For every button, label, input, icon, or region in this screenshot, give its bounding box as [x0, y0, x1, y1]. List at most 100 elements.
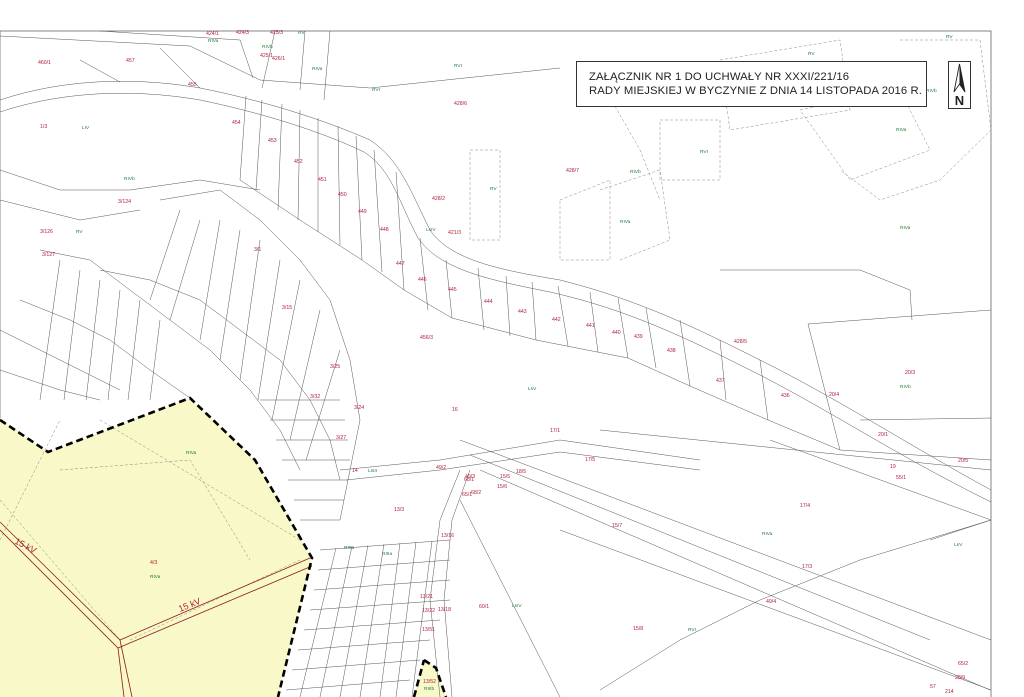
plot-number-label: 456/3 [420, 335, 433, 341]
land-use-label: RIIIa [382, 551, 392, 557]
plot-number-label: 447 [396, 261, 405, 267]
plot-number-label: 453 [268, 138, 277, 144]
plot-number-label: 15/5 [500, 474, 510, 480]
plot-number-label: 19 [890, 464, 896, 470]
plot-number-label: 60/1 [479, 604, 489, 610]
land-use-label: RIVa [762, 531, 773, 537]
plot-number-label: 15/6 [497, 484, 507, 490]
plot-number-label: 20/5 [958, 458, 968, 464]
land-use-label: RV [76, 229, 83, 235]
land-use-label: RVI [454, 63, 462, 69]
title-line-1: ZAŁĄCZNIK NR 1 DO UCHWAŁY NR XXXI/221/16 [589, 71, 850, 83]
plot-number-label: 13/16 [441, 533, 454, 539]
plot-number-label: 3/32 [310, 394, 320, 400]
land-use-label: LsV [528, 386, 537, 392]
plot-number-label: 13/3 [394, 507, 404, 513]
plot-number-label: 424/3 [236, 30, 249, 36]
plot-number-label: 49/2 [436, 465, 446, 471]
land-use-label: RIVb [630, 169, 641, 175]
plot-number-label: 443 [518, 309, 527, 315]
land-use-label: RIVb [262, 44, 273, 50]
plot-number-label: 428/7 [566, 168, 579, 174]
land-use-label: RIVa [208, 38, 219, 44]
land-use-label: RIVa [312, 66, 323, 72]
plot-number-label: 451 [318, 177, 327, 183]
plot-number-label: 3/24 [354, 405, 364, 411]
plot-number-label: 20/1 [878, 432, 888, 438]
plot-number-label: 1/3 [40, 124, 47, 130]
plot-number-label: 65/1 [462, 492, 472, 498]
plot-number-label: 17/3 [802, 564, 812, 570]
land-use-label: RIIIb [424, 686, 434, 692]
plot-number-label: 438 [667, 348, 676, 354]
land-use-label: RIVa [150, 574, 161, 580]
plot-number-label: 65/2 [958, 661, 968, 667]
plot-number-label: 442 [552, 317, 561, 323]
plot-number-label: 3/25 [330, 364, 340, 370]
land-use-label: RIVb [124, 176, 135, 182]
plot-number-label: 444 [484, 299, 493, 305]
plot-number-label: 17/1 [550, 428, 560, 434]
land-use-label: RV [298, 30, 305, 36]
land-use-label: RVI [372, 87, 380, 93]
land-use-label: RIVa [620, 219, 631, 225]
plot-number-label: 15/8 [633, 626, 643, 632]
plot-number-label: 425/3 [270, 30, 283, 36]
plot-number-label: 455 [188, 82, 197, 88]
plot-number-label: 440 [612, 330, 621, 336]
land-use-label: RVI [688, 627, 696, 633]
plot-number-label: 214 [945, 689, 954, 695]
plot-number-label: 4/3 [150, 560, 157, 566]
land-use-label: LsIV [512, 603, 522, 609]
plot-number-label: 13/18 [438, 607, 451, 613]
land-use-label: RV [808, 51, 815, 57]
plot-number-label: 452 [294, 159, 303, 165]
plot-number-label: 457 [126, 58, 135, 64]
plot-number-label: 428/6 [454, 101, 467, 107]
plot-number-label: 3/126 [40, 229, 53, 235]
plot-number-label: 14 [352, 468, 358, 474]
north-letter: N [954, 93, 965, 108]
land-use-label: LsIII [368, 468, 377, 474]
plot-number-label: 439 [634, 334, 643, 340]
plot-number-label: 449 [358, 209, 367, 215]
land-use-label: LIV [82, 125, 90, 131]
land-use-label: RVI [700, 149, 708, 155]
plot-number-label: 57 [930, 684, 936, 690]
plot-number-label: 436 [781, 393, 790, 399]
plot-number-label: 17/4 [800, 503, 810, 509]
plot-number-label: 448 [380, 227, 389, 233]
plot-number-label: 426/1 [272, 56, 285, 62]
plot-number-label: 437 [716, 378, 725, 384]
land-use-label: RV [490, 186, 497, 192]
plot-number-label: 55/1 [896, 475, 906, 481]
title-line-2: RADY MIEJSKIEJ W BYCZYNIE Z DNIA 14 LIST… [589, 85, 923, 97]
land-use-label: RIIIa [344, 545, 354, 551]
plot-number-label: 446 [418, 277, 427, 283]
land-use-label: LsV [954, 542, 963, 548]
plot-number-label: 441 [586, 323, 595, 329]
land-use-label: RIVb [900, 384, 911, 390]
plot-number-label: 15/7 [612, 523, 622, 529]
land-use-label: RIVa [186, 450, 197, 456]
plot-number-label: 20/3 [905, 370, 915, 376]
map-page: 15 kV 15 kV 424/1 424/3 425/3 425/1 426/1 460… [0, 0, 1024, 697]
plot-number-label: 18/5 [516, 469, 526, 475]
plot-number-label: 3/127 [42, 252, 55, 258]
plot-number-label: 13/52 [423, 679, 436, 685]
plot-number-label: 424/1 [206, 31, 219, 37]
plot-number-label: 421/3 [448, 230, 461, 236]
plot-number-label: 17/5 [585, 457, 595, 463]
plot-number-label: 428/2 [432, 196, 445, 202]
land-use-label: RIVa [900, 225, 911, 231]
plot-number-label: 3/1 [254, 247, 261, 253]
land-use-label: RIVb [926, 88, 937, 94]
plot-number-label: 16 [452, 407, 458, 413]
land-use-label: LsIV [426, 227, 436, 233]
plot-number-label: 68/1 [464, 477, 474, 483]
land-use-label: RIVa [896, 127, 907, 133]
plot-number-label: 13/22 [422, 608, 435, 614]
plot-number-label: 3/15 [282, 305, 292, 311]
plot-number-label: 454 [232, 120, 241, 126]
north-arrow: N [948, 61, 971, 109]
